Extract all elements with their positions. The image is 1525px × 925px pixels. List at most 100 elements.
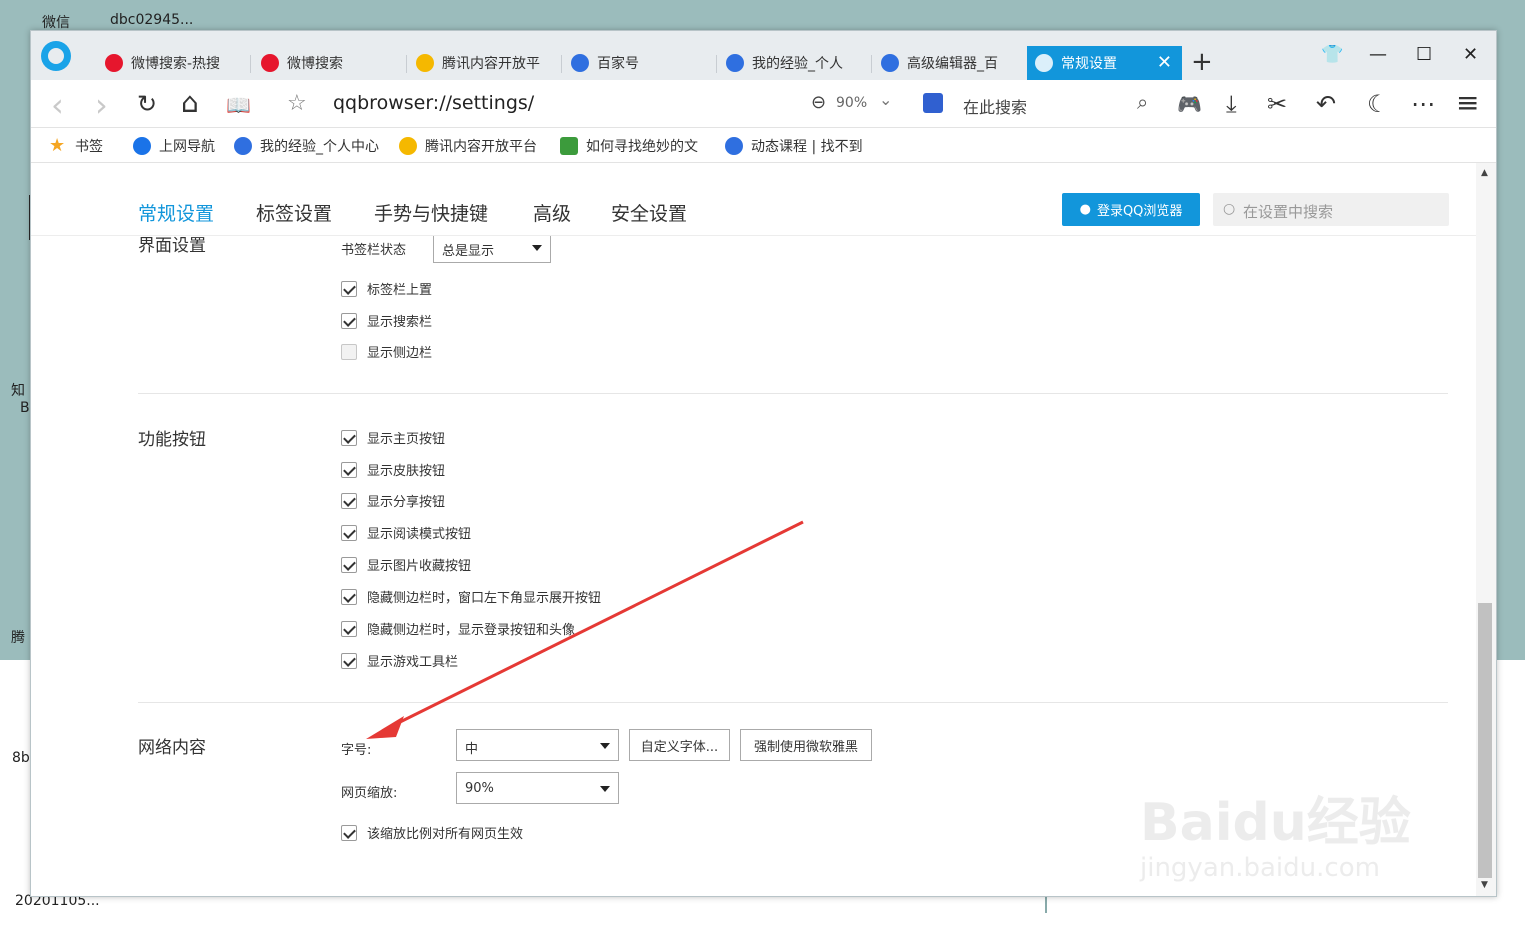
checkbox-option[interactable]: 隐藏侧边栏时，显示登录按钮和头像 bbox=[341, 619, 575, 638]
checkbox[interactable] bbox=[341, 461, 357, 478]
bookmark-item[interactable]: 如何寻找绝妙的文 bbox=[560, 136, 698, 156]
search-icon[interactable]: ⌕ bbox=[1137, 90, 1148, 114]
close-tab-icon[interactable]: ✕ bbox=[1157, 52, 1172, 73]
checkbox-option[interactable]: 显示主页按钮 bbox=[341, 428, 445, 447]
tab-separator bbox=[250, 55, 251, 73]
scrollbar[interactable]: ▲ ▼ bbox=[1476, 163, 1496, 896]
baidu-paw-icon[interactable] bbox=[923, 93, 943, 113]
settings-search-input[interactable]: 在设置中搜索 bbox=[1243, 201, 1333, 222]
tab-baijiahao[interactable]: 百家号 bbox=[563, 46, 713, 80]
desktop-icon-label[interactable]: 知 bbox=[11, 380, 25, 400]
tab-weibo-search[interactable]: 微博搜索 bbox=[253, 46, 403, 80]
checkbox[interactable] bbox=[341, 620, 357, 637]
desktop-icon-label[interactable]: 微信 bbox=[42, 12, 70, 32]
login-label: 登录QQ浏览器 bbox=[1096, 204, 1183, 219]
tab-security[interactable]: 安全设置 bbox=[611, 199, 687, 226]
maximize-button[interactable]: ☐ bbox=[1416, 44, 1432, 65]
settings-search[interactable]: ○ 在设置中搜索 bbox=[1213, 193, 1449, 226]
checkbox[interactable] bbox=[341, 556, 357, 573]
screenshot-cut-icon[interactable]: ✂ bbox=[1267, 90, 1287, 118]
page-zoom-select[interactable]: 90% bbox=[456, 772, 619, 804]
weibo-icon bbox=[105, 54, 123, 72]
address-bar: ‹ › ↻ ⌂ 📖 ☆ qqbrowser://settings/ ⊖ 90% … bbox=[31, 80, 1496, 128]
checkbox[interactable] bbox=[341, 429, 357, 446]
checkbox-option[interactable]: 显示游戏工具栏 bbox=[341, 651, 458, 670]
back-icon[interactable]: ‹ bbox=[51, 86, 64, 124]
undo-icon[interactable]: ↶ bbox=[1316, 90, 1336, 118]
checkbox[interactable] bbox=[341, 824, 357, 841]
tab-tabs[interactable]: 标签设置 bbox=[256, 199, 332, 226]
forward-icon[interactable]: › bbox=[95, 86, 108, 124]
minimize-button[interactable]: — bbox=[1369, 44, 1387, 65]
night-mode-icon[interactable]: ☾ bbox=[1367, 90, 1389, 118]
bookmark-item[interactable]: 上网导航 bbox=[133, 136, 215, 156]
bookmark-item[interactable]: 腾讯内容开放平台 bbox=[399, 136, 537, 156]
tab-my-experience[interactable]: 我的经验_个人 bbox=[718, 46, 858, 80]
checkbox[interactable] bbox=[341, 652, 357, 669]
checkbox-tabbar-top[interactable]: 标签栏上置 bbox=[341, 279, 432, 298]
custom-font-button[interactable]: 自定义字体... bbox=[629, 729, 730, 761]
reload-icon[interactable]: ↻ bbox=[137, 90, 157, 118]
scroll-up-icon[interactable]: ▲ bbox=[1481, 168, 1488, 178]
tab-advanced[interactable]: 高级 bbox=[533, 199, 571, 226]
desktop-icon-label[interactable]: 腾 bbox=[11, 627, 25, 647]
checkbox-apply-zoom-all[interactable]: 该缩放比例对所有网页生效 bbox=[341, 823, 523, 842]
checkbox[interactable] bbox=[341, 492, 357, 509]
baidu-paw-icon bbox=[234, 137, 252, 155]
url-input[interactable]: qqbrowser://settings/ bbox=[333, 92, 534, 114]
desktop-icon-label[interactable]: 8b bbox=[12, 750, 30, 766]
game-icon[interactable]: 🎮 bbox=[1177, 92, 1202, 116]
checkbox[interactable] bbox=[341, 312, 357, 329]
qq-browser-logo-icon[interactable] bbox=[41, 41, 71, 71]
tab-gestures[interactable]: 手势与快捷键 bbox=[374, 199, 488, 226]
checkbox-option[interactable]: 显示皮肤按钮 bbox=[341, 460, 445, 479]
login-button[interactable]: ● 登录QQ浏览器 bbox=[1062, 193, 1200, 226]
home-icon[interactable]: ⌂ bbox=[181, 86, 199, 119]
watermark-sub: jingyan.baidu.com bbox=[1140, 853, 1380, 883]
checkbox-option[interactable]: 显示阅读模式按钮 bbox=[341, 523, 471, 542]
checkbox-option[interactable]: 显示分享按钮 bbox=[341, 491, 445, 510]
scroll-down-icon[interactable]: ▼ bbox=[1481, 880, 1488, 890]
checkbox-label: 显示搜索栏 bbox=[367, 315, 433, 330]
bookmark-item[interactable]: ★ 书签 bbox=[49, 136, 103, 156]
new-tab-button[interactable]: + bbox=[1191, 47, 1213, 77]
bookmark-star-icon[interactable]: ☆ bbox=[287, 91, 307, 116]
search-input[interactable]: 在此搜索 bbox=[963, 94, 1027, 118]
tab-advanced-editor[interactable]: 高级编辑器_百 bbox=[873, 46, 1013, 80]
tab-weibo-hot[interactable]: 微博搜索-热搜 bbox=[97, 46, 247, 80]
skin-icon[interactable]: 👕 bbox=[1321, 44, 1343, 65]
download-icon[interactable]: ⤓ bbox=[1226, 90, 1237, 118]
reader-icon[interactable]: 📖 bbox=[226, 93, 251, 117]
checkbox-show-sidebar[interactable]: 显示侧边栏 bbox=[341, 342, 432, 361]
tab-separator bbox=[406, 55, 407, 73]
bookmark-item[interactable]: 我的经验_个人中心 bbox=[234, 136, 379, 156]
checkbox-label: 标签栏上置 bbox=[367, 283, 433, 298]
checkbox-option[interactable]: 隐藏侧边栏时，窗口左下角显示展开按钮 bbox=[341, 587, 601, 606]
checkbox-option[interactable]: 显示图片收藏按钮 bbox=[341, 555, 471, 574]
force-yahei-button[interactable]: 强制使用微软雅黑 bbox=[740, 729, 872, 761]
desktop-icon-label[interactable]: dbc02945... bbox=[110, 12, 193, 28]
tab-label: 常规设置 bbox=[1061, 56, 1117, 72]
scrollbar-thumb[interactable] bbox=[1478, 603, 1492, 878]
menu-icon[interactable]: ≡ bbox=[1456, 86, 1479, 119]
zoom-level[interactable]: 90% bbox=[836, 95, 867, 111]
tab-tencent-content[interactable]: 腾讯内容开放平 bbox=[408, 46, 548, 80]
chevron-down-icon[interactable]: ⌄ bbox=[879, 90, 892, 109]
checkbox[interactable] bbox=[341, 588, 357, 605]
font-size-select[interactable]: 中 bbox=[456, 729, 619, 761]
tab-general[interactable]: 常规设置 bbox=[138, 199, 214, 226]
checkbox-label: 显示主页按钮 bbox=[367, 432, 446, 447]
checkbox[interactable] bbox=[341, 343, 357, 360]
checkbox-show-searchbar[interactable]: 显示搜索栏 bbox=[341, 311, 432, 330]
penguin-icon bbox=[399, 137, 417, 155]
tab-general-settings[interactable]: 常规设置 ✕ bbox=[1027, 46, 1182, 80]
zoom-icon[interactable]: ⊖ bbox=[811, 92, 826, 113]
search-box[interactable]: 在此搜索 ⌕ bbox=[915, 88, 1165, 118]
checkbox[interactable] bbox=[341, 524, 357, 541]
settings-icon bbox=[1035, 54, 1053, 72]
checkbox[interactable] bbox=[341, 280, 357, 297]
close-window-button[interactable]: ✕ bbox=[1463, 44, 1478, 65]
bookmark-item[interactable]: 动态课程 | 找不到 bbox=[725, 136, 863, 156]
desktop-icon-label[interactable]: B bbox=[20, 400, 30, 416]
more-icon[interactable]: ⋯ bbox=[1411, 90, 1435, 118]
